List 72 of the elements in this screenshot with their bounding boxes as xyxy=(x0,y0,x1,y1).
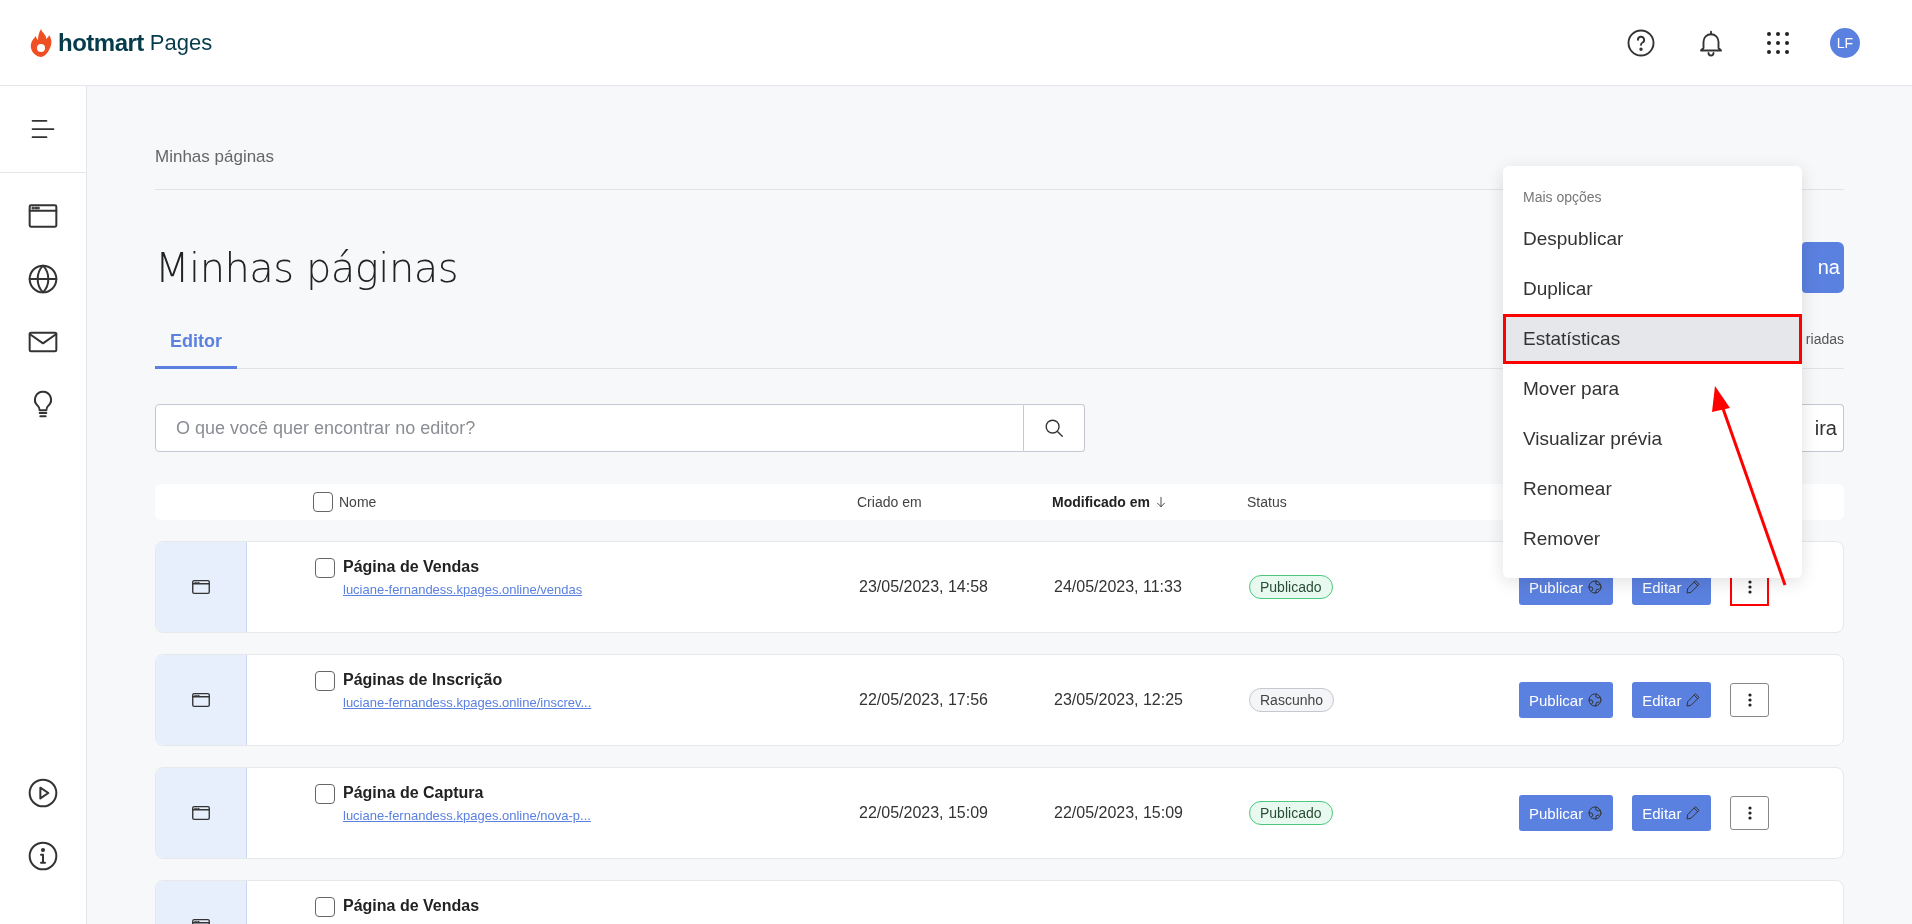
menu-item[interactable]: Duplicar xyxy=(1503,264,1802,314)
menu-item[interactable]: Mover para xyxy=(1503,364,1802,414)
new-page-button[interactable]: na xyxy=(1802,242,1844,293)
pencil-icon xyxy=(1685,692,1702,708)
page-url-link[interactable]: luciane-fernandess.kpages.online/vendas xyxy=(343,582,583,597)
help-icon xyxy=(1626,27,1656,58)
help-button[interactable] xyxy=(1626,27,1656,58)
status-badge: Publicado xyxy=(1249,801,1333,825)
flame-logo-icon xyxy=(30,27,52,58)
page-url-link[interactable]: luciane-fernandess.kpages.online/inscrev... xyxy=(343,695,592,710)
kebab-icon xyxy=(1747,693,1752,707)
status-badge: Rascunho xyxy=(1249,688,1335,712)
domains-nav-button[interactable] xyxy=(27,263,59,295)
product-name: Pages xyxy=(149,29,213,56)
modified-date: 22/05/2023, 15:09 xyxy=(1054,804,1184,822)
created-date: 23/05/2023, 14:58 xyxy=(859,578,989,596)
page-title: Minhas páginas xyxy=(155,244,459,291)
menu-item[interactable]: Despublicar xyxy=(1503,214,1802,264)
menu-item[interactable]: Remover xyxy=(1503,514,1802,564)
more-options-button[interactable] xyxy=(1730,796,1770,830)
info-icon xyxy=(27,840,59,872)
filter-button[interactable]: ira xyxy=(1802,404,1844,452)
menu-title: Mais opções xyxy=(1522,188,1603,207)
select-all-checkbox[interactable] xyxy=(313,492,333,512)
modified-date: 24/05/2023, 11:33 xyxy=(1054,578,1183,596)
row-checkbox[interactable] xyxy=(315,897,335,917)
globe-icon xyxy=(1587,692,1604,708)
tutorial-nav-button[interactable] xyxy=(27,777,59,809)
breadcrumb: Minhas páginas xyxy=(155,146,276,168)
row-checkbox[interactable] xyxy=(315,671,335,691)
menu-item[interactable]: Renomear xyxy=(1503,464,1802,514)
more-options-button[interactable] xyxy=(1730,683,1770,717)
globe-icon xyxy=(1587,579,1604,595)
kebab-icon xyxy=(1747,806,1752,820)
status-badge: Publicado xyxy=(1249,575,1333,599)
page-url-link[interactable]: luciane-fernandess.kpages.online/nova-p... xyxy=(343,808,591,823)
menu-item[interactable]: Estatísticas xyxy=(1503,314,1802,364)
row-checkbox[interactable] xyxy=(315,558,335,578)
pencil-icon xyxy=(1685,579,1702,595)
page-name: Página de Vendas xyxy=(343,897,480,915)
search-icon xyxy=(1043,417,1065,439)
publish-button[interactable]: Publicar xyxy=(1519,682,1614,718)
page-name: Página de Vendas xyxy=(343,558,481,576)
kebab-icon xyxy=(1747,580,1752,594)
editor-tab[interactable]: Editor xyxy=(155,331,237,369)
page-name: Página de Captura xyxy=(343,784,485,802)
column-header[interactable]: Modificado em xyxy=(1052,494,1150,510)
column-header[interactable]: Criado em xyxy=(857,494,922,510)
user-avatar[interactable]: LF xyxy=(1830,27,1860,58)
info-nav-button[interactable] xyxy=(27,840,59,872)
tab-side-text: riadas xyxy=(1805,330,1844,347)
globe-icon xyxy=(1587,805,1604,821)
apps-button[interactable] xyxy=(1766,30,1790,55)
brand-name: hotmart xyxy=(58,28,144,57)
grid-dots-icon xyxy=(1766,30,1790,55)
pencil-icon xyxy=(1685,805,1702,821)
globe-icon xyxy=(27,263,59,295)
created-date: 22/05/2023, 17:56 xyxy=(859,691,989,709)
play-circle-icon xyxy=(27,777,59,809)
publish-button[interactable]: Publicar xyxy=(1519,795,1614,831)
column-header[interactable]: Status xyxy=(1247,494,1287,510)
row-checkbox[interactable] xyxy=(315,784,335,804)
edit-button[interactable]: Editar xyxy=(1632,682,1712,718)
search-field[interactable]: O que você quer encontrar no editor? xyxy=(155,404,1024,452)
sort-down-arrow-icon xyxy=(1154,495,1168,509)
edit-button[interactable]: Editar xyxy=(1632,795,1712,831)
column-header: Nome xyxy=(339,494,377,510)
created-date: 22/05/2023, 15:09 xyxy=(859,804,989,822)
modified-date: 23/05/2023, 12:25 xyxy=(1054,691,1184,709)
page-name: Páginas de Inscrição xyxy=(343,671,504,689)
search-button[interactable] xyxy=(1024,404,1085,452)
menu-item[interactable]: Visualizar prévia xyxy=(1503,414,1802,464)
